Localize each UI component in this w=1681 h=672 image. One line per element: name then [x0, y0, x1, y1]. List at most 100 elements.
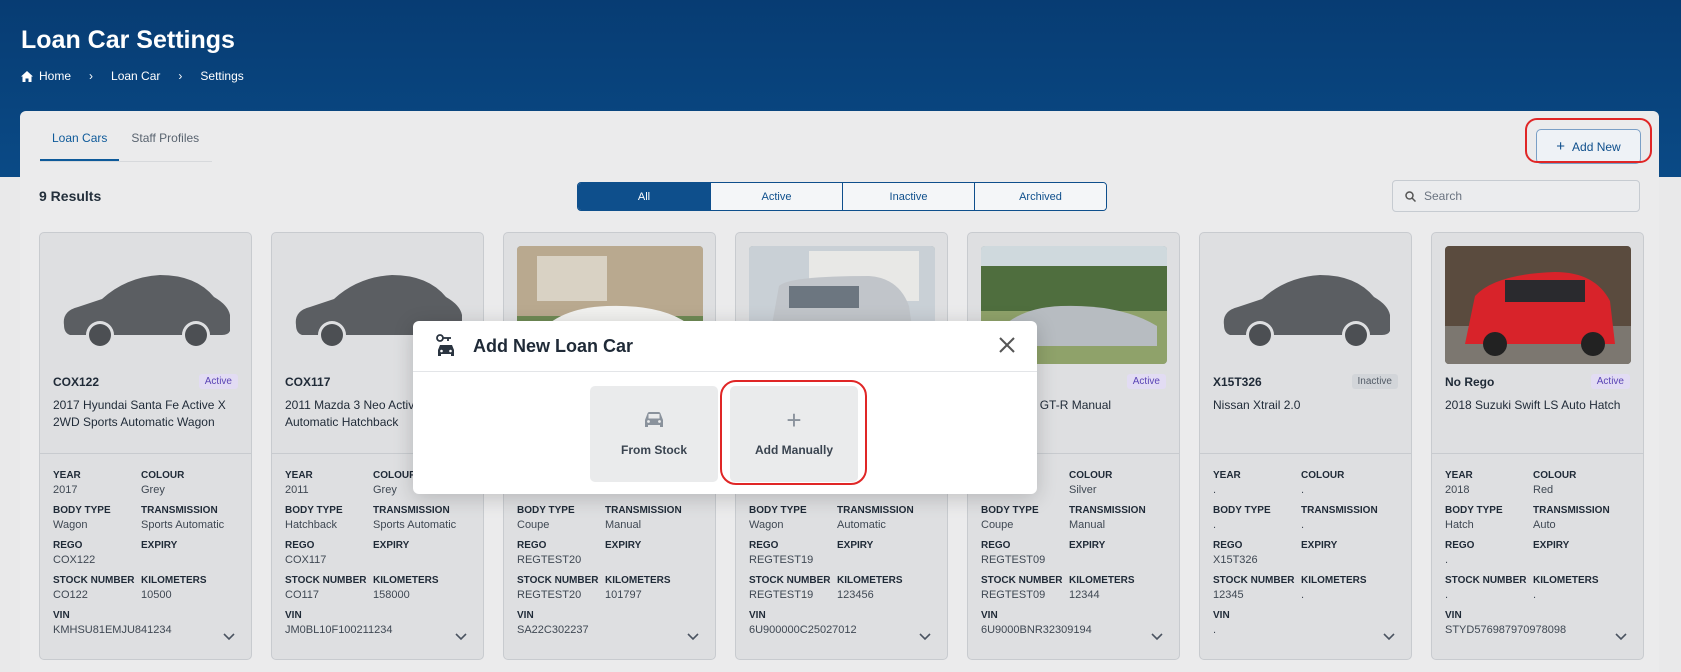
spec-value: REGTEST19 [749, 589, 814, 601]
spec-value: X15T326 [1213, 554, 1258, 566]
status-badge: Active [198, 374, 238, 389]
spec-body-type: BODY TYPE Hatchback [285, 505, 343, 531]
spec-value: . [1445, 589, 1449, 601]
spec-value: Coupe [981, 519, 1014, 531]
spec-transmission: TRANSMISSION Sports Automatic [373, 505, 456, 531]
spec-value: REGTEST20 [517, 554, 582, 566]
tab-loan-cars[interactable]: Loan Cars [40, 131, 120, 161]
spec-label: TRANSMISSION [141, 505, 218, 516]
spec-value: Automatic [837, 519, 886, 531]
spec-label: REGO [1445, 540, 1475, 551]
spec-transmission: TRANSMISSION Manual [1069, 505, 1146, 531]
car-card[interactable]: X15T326 Inactive Nissan Xtrail 2.0 YEAR … [1199, 232, 1412, 660]
spec-label: KILOMETERS [1069, 575, 1135, 586]
spec-label: VIN [1213, 610, 1230, 621]
from-stock-label: From Stock [620, 443, 687, 457]
spec-label: STOCK NUMBER [749, 575, 831, 586]
breadcrumb: Home › Loan Car › Settings [21, 69, 244, 83]
spec-label: EXPIRY [605, 540, 642, 551]
chevron-down-icon[interactable] [687, 633, 699, 641]
spec-label: EXPIRY [1533, 540, 1570, 551]
spec-vin: VIN 6U900000C25027012 [749, 610, 857, 636]
spec-colour: COLOUR Silver [1069, 470, 1112, 496]
car-card[interactable]: COX122 Active 2017 Hyundai Santa Fe Acti… [39, 232, 252, 660]
spec-value: Hatch [1445, 519, 1474, 531]
filter-all[interactable]: All [578, 183, 710, 210]
spec-body-type: BODY TYPE Hatch [1445, 505, 1503, 531]
spec-year: YEAR 2018 [1445, 470, 1473, 496]
spec-label: BODY TYPE [285, 505, 343, 516]
tab-staff-profiles[interactable]: Staff Profiles [119, 131, 211, 161]
spec-stock-number: STOCK NUMBER CO122 [53, 575, 134, 601]
spec-label: VIN [749, 610, 766, 621]
spec-label: REGO [53, 540, 83, 551]
spec-value: . [1533, 589, 1537, 601]
spec-label: REGO [285, 540, 315, 551]
spec-value: REGTEST19 [749, 554, 814, 566]
spec-label: KILOMETERS [605, 575, 671, 586]
spec-vin: VIN JM0BL10F100211234 [285, 610, 392, 636]
card-car-name: Nissan Xtrail 2.0 [1213, 398, 1301, 412]
close-icon[interactable] [997, 335, 1017, 355]
chevron-down-icon[interactable] [1151, 633, 1163, 641]
chevron-down-icon[interactable] [919, 633, 931, 641]
spec-kilometers: KILOMETERS 123456 [837, 575, 903, 601]
chevron-down-icon[interactable] [1383, 633, 1395, 641]
filter-archived[interactable]: Archived [974, 183, 1106, 210]
chevron-down-icon[interactable] [1615, 633, 1627, 641]
spec-value: 123456 [837, 589, 874, 601]
spec-colour: COLOUR Red [1533, 470, 1576, 496]
spec-value: Manual [1069, 519, 1106, 531]
breadcrumb-home[interactable]: Home [39, 69, 71, 83]
spec-vin: VIN 6U9000BNR32309194 [981, 610, 1092, 636]
card-rego-title: COX117 [285, 375, 331, 389]
spec-stock-number: STOCK NUMBER . [1445, 575, 1526, 601]
spec-rego: REGO X15T326 [1213, 540, 1258, 566]
spec-label: COLOUR [1069, 470, 1113, 481]
add-manually-option[interactable]: + Add Manually [730, 386, 858, 482]
spec-vin: VIN SA22C302237 [517, 610, 589, 636]
car-card[interactable]: No Rego Active 2018 Suzuki Swift LS Auto… [1431, 232, 1644, 660]
search-icon [1405, 190, 1416, 202]
chevron-down-icon[interactable] [223, 633, 235, 641]
plus-icon: + [1556, 138, 1566, 155]
spec-label: STOCK NUMBER [285, 575, 367, 586]
spec-label: COLOUR [141, 470, 185, 481]
filter-active[interactable]: Active [710, 183, 842, 210]
search-box [1392, 180, 1640, 212]
spec-label: YEAR [1445, 470, 1473, 481]
spec-label: EXPIRY [373, 540, 410, 551]
car-icon [645, 412, 663, 427]
spec-label: EXPIRY [141, 540, 178, 551]
search-input[interactable] [1424, 189, 1624, 203]
results-count: 9 Results [39, 188, 102, 204]
spec-value: 6U9000BNR32309194 [981, 624, 1092, 636]
spec-label: VIN [517, 610, 534, 621]
add-new-button[interactable]: + Add New [1536, 129, 1641, 164]
add-new-label: Add New [1572, 139, 1621, 154]
spec-label: REGO [981, 540, 1011, 551]
spec-vin: VIN . [1213, 610, 1230, 636]
tab-bar: Loan Cars Staff Profiles [40, 131, 212, 162]
spec-value: COX122 [53, 554, 96, 566]
spec-vin: VIN STYD576987970978098 [1445, 610, 1566, 636]
spec-value: 12344 [1069, 589, 1100, 601]
spec-value: 10500 [141, 589, 172, 601]
spec-expiry: EXPIRY [373, 540, 409, 554]
from-stock-option[interactable]: From Stock [590, 386, 718, 482]
spec-label: EXPIRY [1301, 540, 1338, 551]
chevron-down-icon[interactable] [455, 633, 467, 641]
filter-inactive[interactable]: Inactive [842, 183, 974, 210]
spec-label: STOCK NUMBER [1213, 575, 1295, 586]
spec-value: . [1301, 519, 1305, 531]
status-badge: Active [1126, 374, 1166, 389]
card-rego-title: COX122 [53, 375, 100, 389]
card-rego-title: No Rego [1445, 375, 1495, 389]
spec-kilometers: KILOMETERS . [1533, 575, 1599, 601]
spec-label: TRANSMISSION [1533, 505, 1610, 516]
spec-value: JM0BL10F100211234 [285, 624, 393, 636]
spec-label: KILOMETERS [1533, 575, 1599, 586]
spec-value: Auto [1533, 519, 1556, 531]
spec-value: COX117 [285, 554, 327, 566]
breadcrumb-loan-car[interactable]: Loan Car [111, 69, 160, 83]
